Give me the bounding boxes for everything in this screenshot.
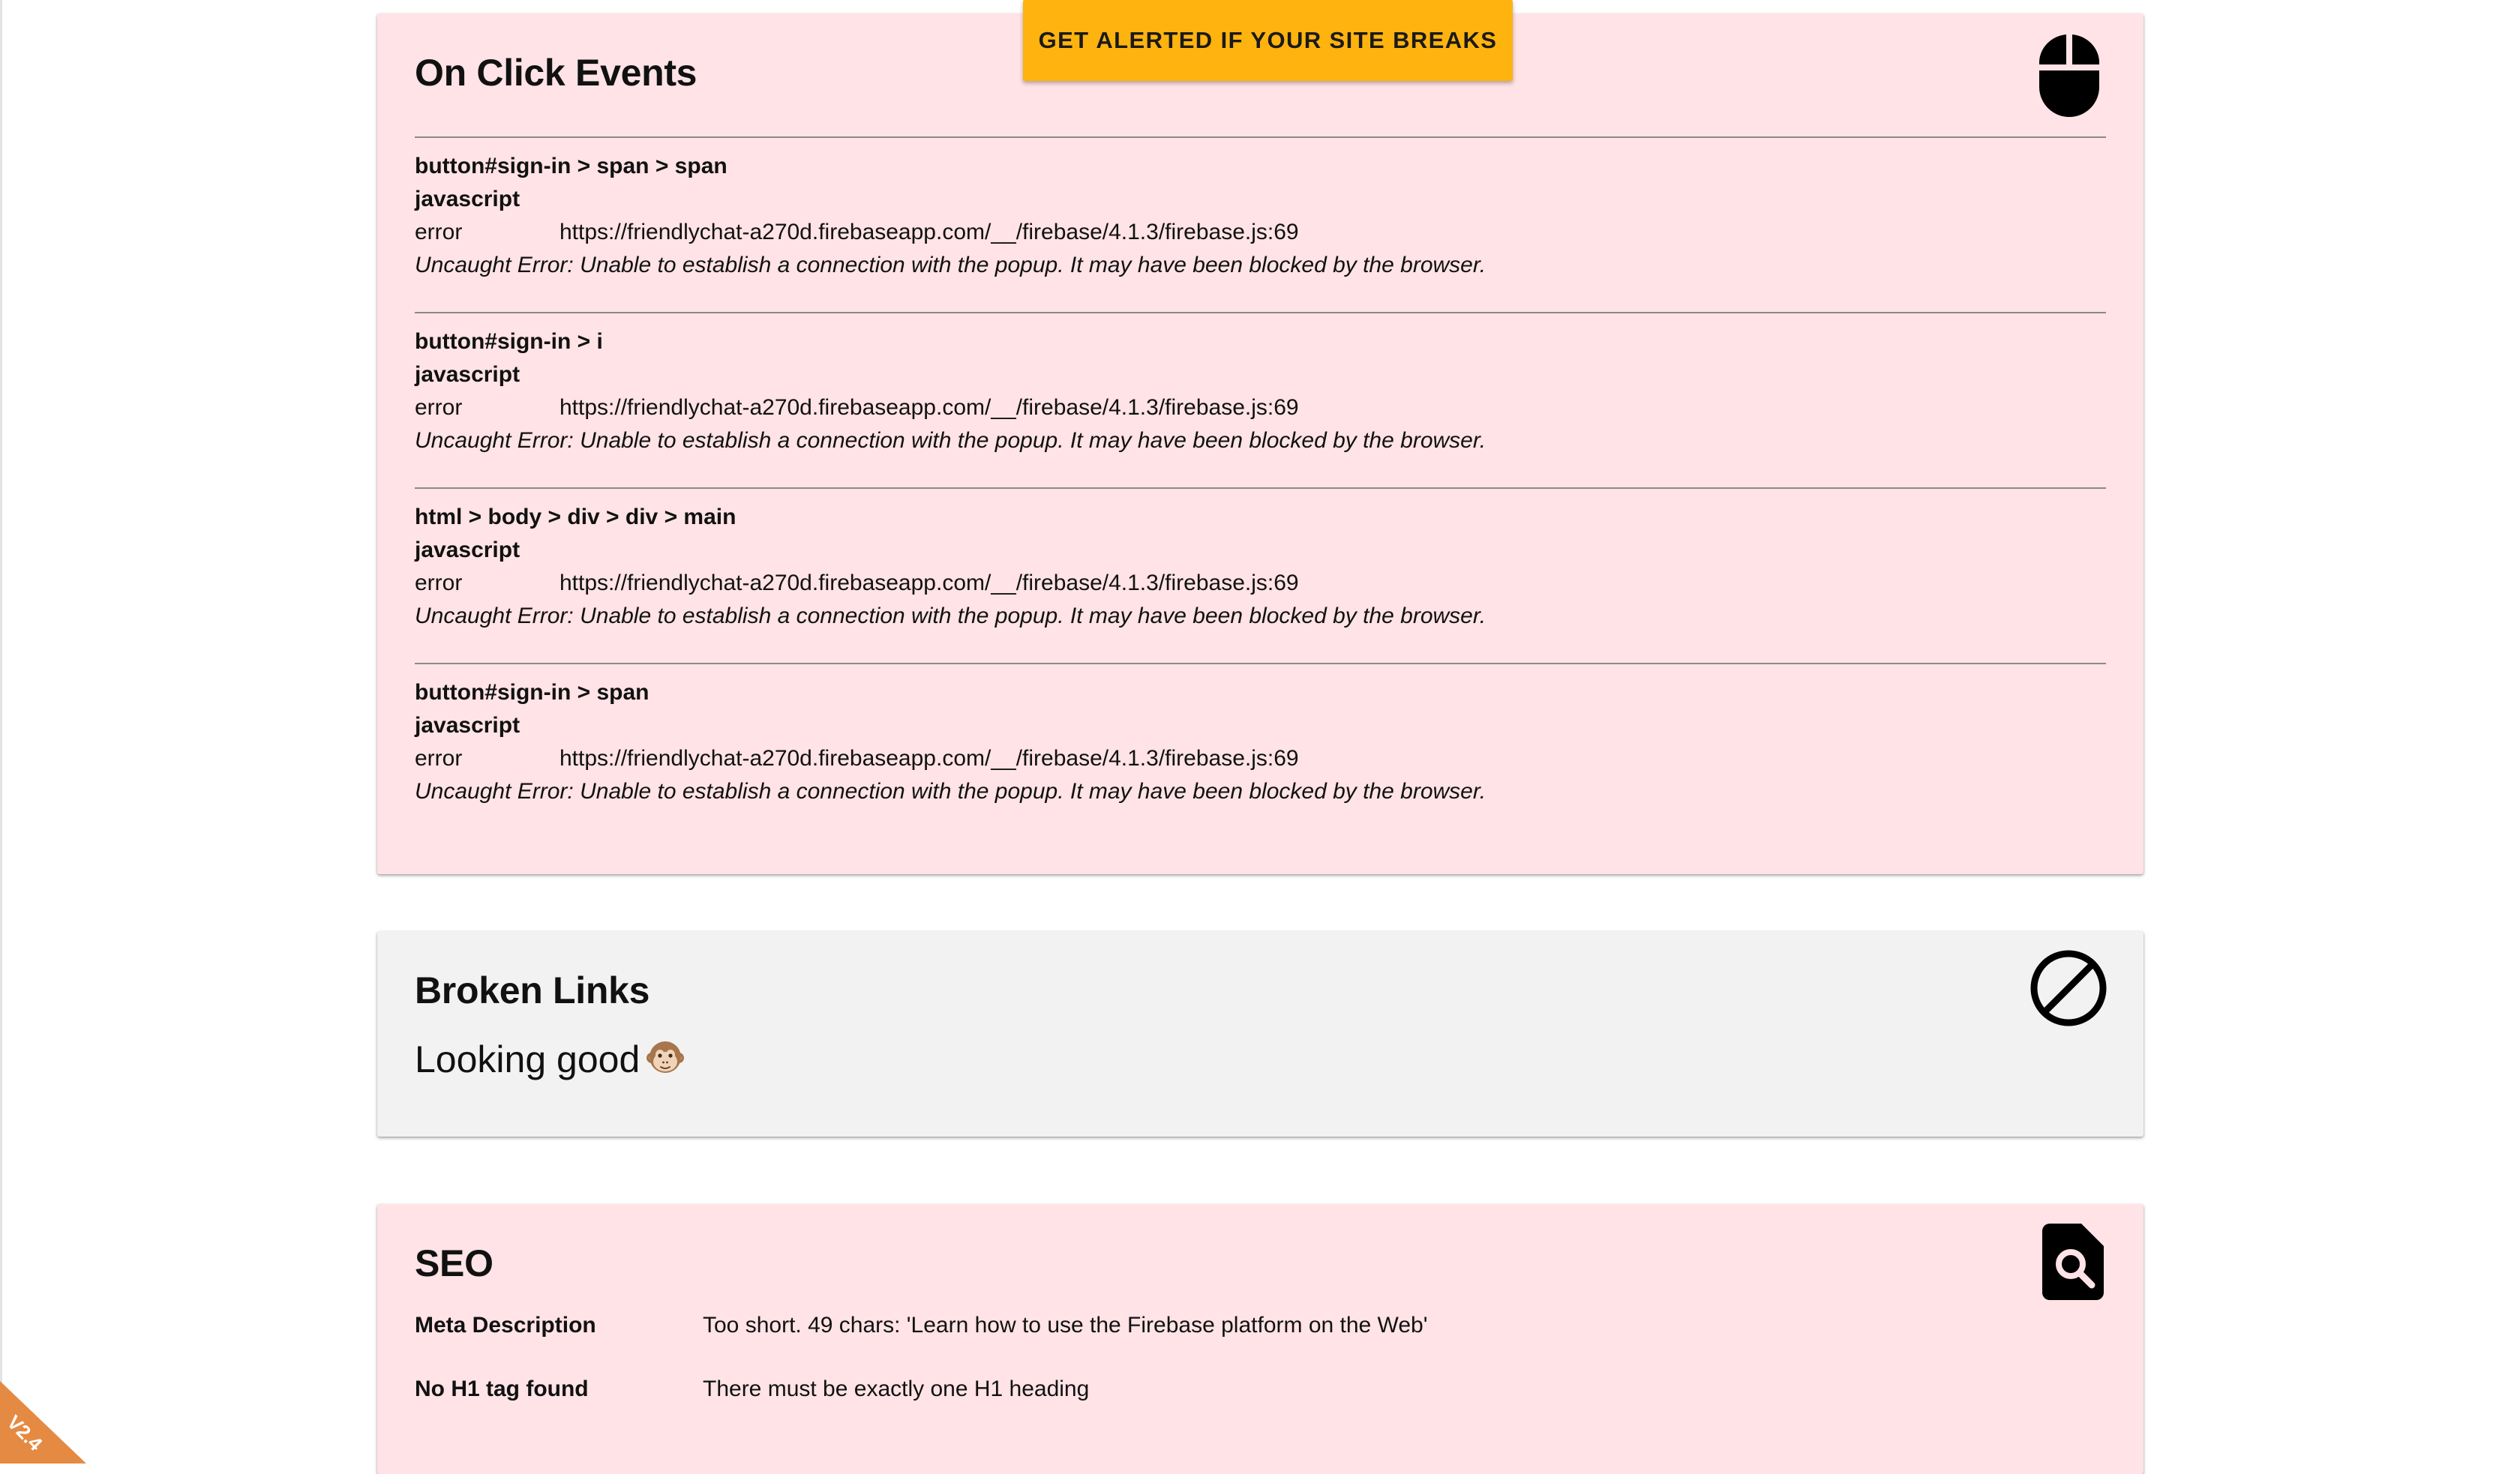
event-source: https://friendlychat-a270d.firebaseapp.c…: [560, 571, 1299, 595]
event-error-line: error https://friendlychat-a270d.firebase…: [415, 567, 2106, 600]
page-left-edge: [0, 0, 2, 1464]
broken-links-status: Looking good: [415, 1038, 685, 1081]
mouse-icon: [2038, 33, 2101, 118]
event-kind: javascript: [415, 538, 520, 562]
event-message: Uncaught Error: Unable to establish a co…: [415, 253, 1486, 277]
event-kind: javascript: [415, 713, 520, 738]
event-message: Uncaught Error: Unable to establish a co…: [415, 604, 1486, 628]
event-selector: html > body > div > div > main: [415, 505, 736, 529]
event-selector: button#sign-in > span > span: [415, 154, 728, 178]
event-message: Uncaught Error: Unable to establish a co…: [415, 779, 1486, 804]
event-level: error: [415, 220, 463, 244]
seo-row-key: No H1 tag found: [415, 1377, 589, 1401]
broken-links-card: Broken Links Looking good: [377, 931, 2144, 1137]
event-level: error: [415, 571, 463, 595]
event-source: https://friendlychat-a270d.firebaseapp.c…: [560, 395, 1299, 420]
event-error-line: error https://friendlychat-a270d.firebase…: [415, 742, 2106, 775]
event-kind: javascript: [415, 362, 520, 387]
event-level: error: [415, 746, 463, 771]
event-error-line: error https://friendlychat-a270d.firebase…: [415, 216, 2106, 249]
status-text: Looking good: [415, 1038, 640, 1080]
event-source: https://friendlychat-a270d.firebaseapp.c…: [560, 746, 1299, 771]
click-event-list: button#sign-in > span > span javascript …: [415, 136, 2106, 838]
monkey-face-icon: [646, 1038, 685, 1077]
seo-row-key: Meta Description: [415, 1313, 596, 1338]
event-error-line: error https://friendlychat-a270d.firebase…: [415, 391, 2106, 424]
on-click-events-title: On Click Events: [415, 52, 698, 94]
event-selector: button#sign-in > i: [415, 329, 603, 354]
click-event-item: html > body > div > div > main javascrip…: [415, 487, 2106, 663]
find-in-page-icon: [2042, 1224, 2104, 1300]
get-alerted-button[interactable]: GET ALERTED IF YOUR SITE BREAKS: [1023, 0, 1513, 81]
click-event-item: button#sign-in > span javascript error ht…: [415, 663, 2106, 838]
event-message: Uncaught Error: Unable to establish a co…: [415, 428, 1486, 453]
seo-title: SEO: [415, 1242, 494, 1284]
event-kind: javascript: [415, 187, 520, 211]
event-selector: button#sign-in > span: [415, 680, 650, 705]
seo-row-value: There must be exactly one H1 heading: [703, 1377, 1090, 1401]
broken-links-title: Broken Links: [415, 969, 650, 1011]
event-level: error: [415, 395, 463, 420]
click-event-item: button#sign-in > span > span javascript …: [415, 136, 2106, 312]
on-click-events-card: On Click Events button#sign-in > span > …: [377, 13, 2144, 874]
click-event-item: button#sign-in > i javascript error https…: [415, 312, 2106, 487]
block-icon: [2030, 949, 2108, 1027]
seo-row-value: Too short. 49 chars: 'Learn how to use t…: [703, 1313, 1428, 1338]
seo-card: SEO Meta Description Too short. 49 chars…: [377, 1204, 2144, 1474]
event-source: https://friendlychat-a270d.firebaseapp.c…: [560, 220, 1299, 244]
version-ribbon[interactable]: V2.4: [0, 1381, 86, 1464]
